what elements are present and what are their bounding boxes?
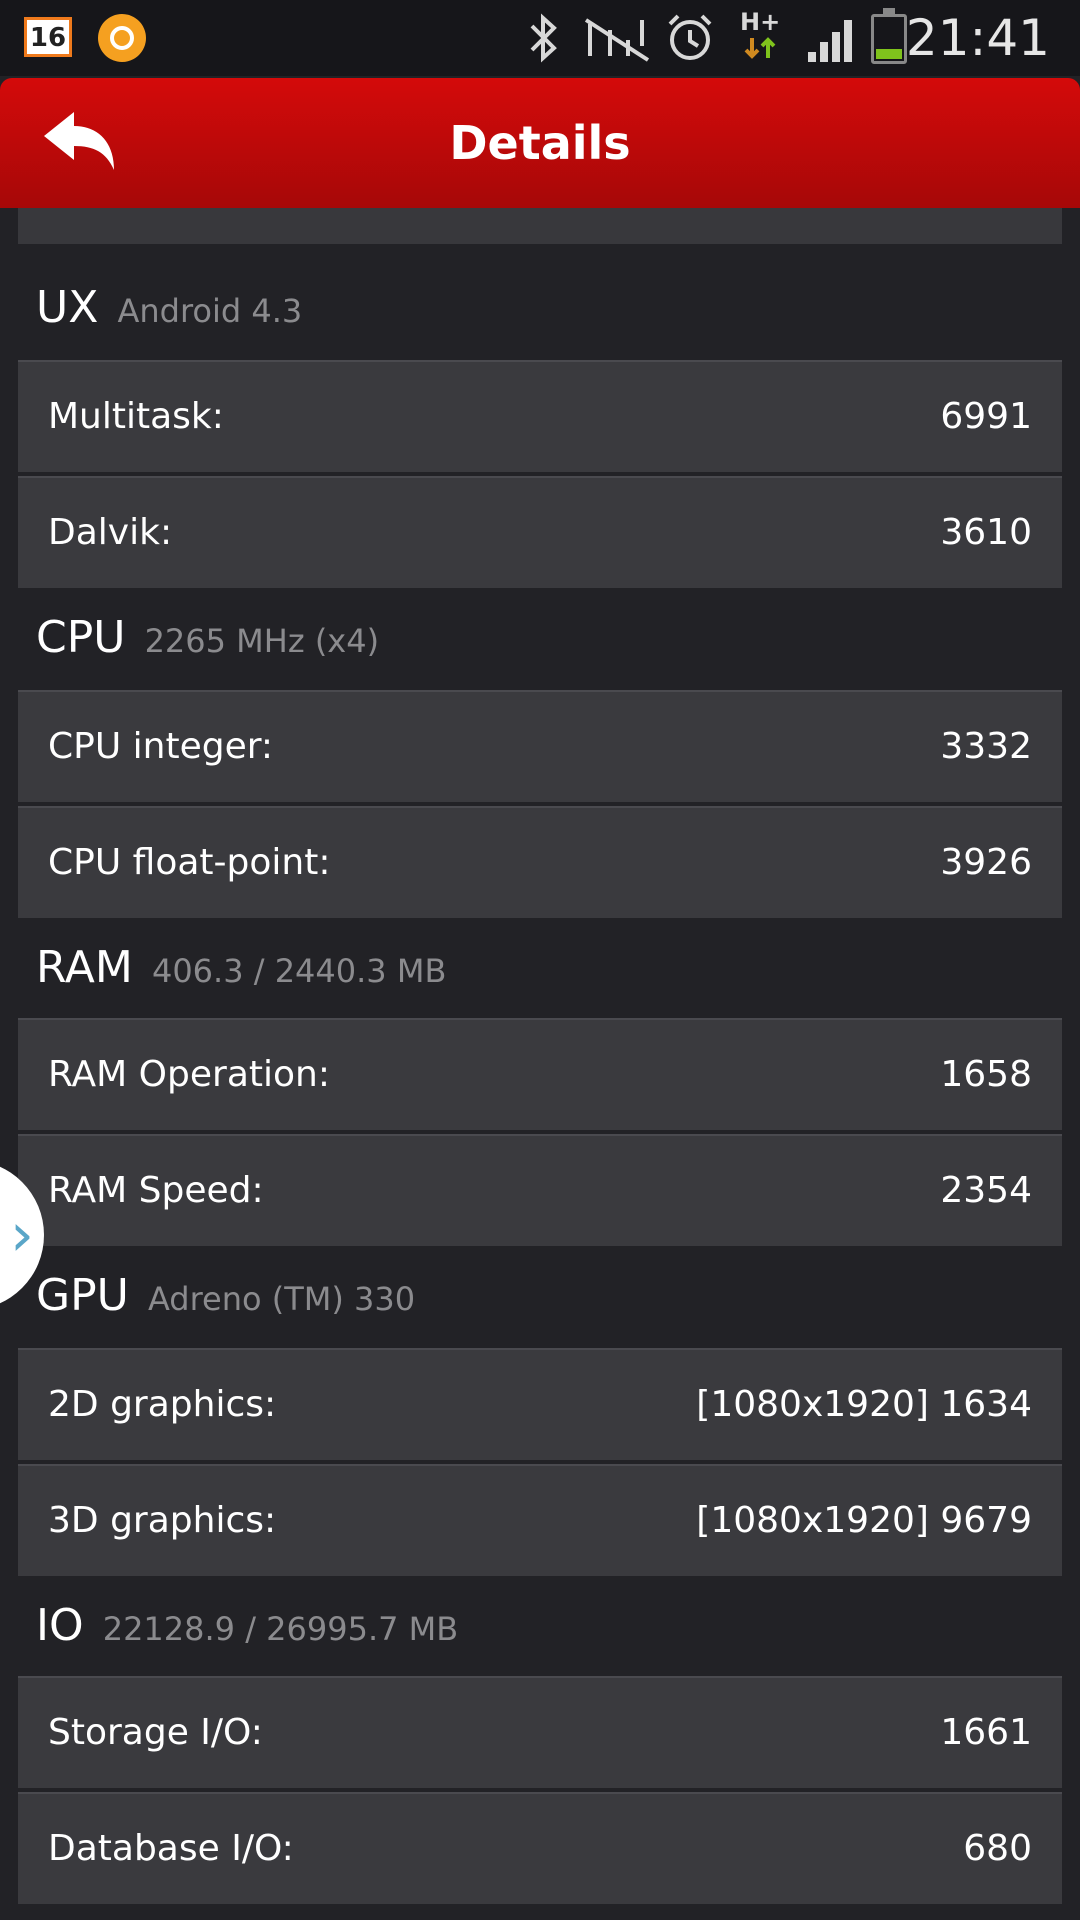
section-title: UX <box>36 282 99 333</box>
list-item[interactable]: Database I/O: 680 <box>18 1792 1062 1904</box>
list-item[interactable]: 2D graphics: [1080x1920] 1634 <box>18 1348 1062 1460</box>
row-label: Storage I/O: <box>48 1712 263 1753</box>
section-header-cpu: CPU 2265 MHz (x4) <box>36 598 379 678</box>
hplus-data-icon: H+ <box>740 10 780 66</box>
section-subtitle: 406.3 / 2440.3 MB <box>151 952 447 990</box>
list-item[interactable]: RAM Speed: 2354 <box>18 1134 1062 1246</box>
section-subtitle: 22128.9 / 26995.7 MB <box>102 1610 459 1648</box>
row-label: CPU integer: <box>48 726 274 767</box>
nfc-icon <box>580 10 654 66</box>
section-header-gpu: GPU Adreno (TM) 330 <box>36 1256 415 1336</box>
row-label: 3D graphics: <box>48 1500 277 1541</box>
list-item[interactable]: Storage I/O: 1661 <box>18 1676 1062 1788</box>
section-title: CPU <box>36 612 126 663</box>
row-value: 1658 <box>940 1054 1032 1095</box>
section-title: IO <box>36 1600 84 1651</box>
section-header-ux: UX Android 4.3 <box>36 268 302 348</box>
list-item[interactable]: RAM Operation: 1658 <box>18 1018 1062 1130</box>
row-value: 3610 <box>940 512 1032 553</box>
chevron-right-icon: › <box>10 1200 34 1270</box>
row-value: 6991 <box>940 396 1032 437</box>
app-circle-icon <box>98 14 146 62</box>
list-item[interactable]: CPU float-point: 3926 <box>18 806 1062 918</box>
alarm-icon <box>664 10 716 66</box>
status-bar: 16 H+ 21:41 <box>0 0 1080 76</box>
row-label: CPU float-point: <box>48 842 331 883</box>
status-time: 21:41 <box>905 9 1050 67</box>
row-value: 1661 <box>940 1712 1032 1753</box>
row-label: Database I/O: <box>48 1828 294 1869</box>
row-label: Multitask: <box>48 396 224 437</box>
section-title: RAM <box>36 942 133 993</box>
page-title: Details <box>449 116 631 170</box>
battery-icon <box>871 8 907 64</box>
list-item[interactable]: 3D graphics: [1080x1920] 9679 <box>18 1464 1062 1576</box>
section-subtitle: 2265 MHz (x4) <box>144 622 380 660</box>
list-item[interactable]: Dalvik: 3610 <box>18 476 1062 588</box>
row-label: Dalvik: <box>48 512 173 553</box>
section-header-io: IO 22128.9 / 26995.7 MB <box>36 1586 458 1666</box>
section-title: GPU <box>36 1270 129 1321</box>
signal-icon <box>806 10 860 66</box>
section-subtitle: Adreno (TM) 330 <box>147 1280 416 1318</box>
row-value: [1080x1920] 9679 <box>696 1500 1032 1541</box>
previous-row-edge <box>18 208 1062 244</box>
network-type-label: H+ <box>740 8 781 36</box>
row-label: RAM Speed: <box>48 1170 264 1211</box>
row-value: 3926 <box>940 842 1032 883</box>
calendar-icon: 16 <box>24 17 72 57</box>
section-header-ram: RAM 406.3 / 2440.3 MB <box>36 928 446 1008</box>
row-label: RAM Operation: <box>48 1054 330 1095</box>
header-bar: Details <box>0 78 1080 208</box>
list-item[interactable]: Multitask: 6991 <box>18 360 1062 472</box>
row-value: 680 <box>963 1828 1032 1869</box>
row-value: 3332 <box>940 726 1032 767</box>
section-subtitle: Android 4.3 <box>117 292 303 330</box>
row-value: 2354 <box>940 1170 1032 1211</box>
list-item[interactable]: CPU integer: 3332 <box>18 690 1062 802</box>
row-label: 2D graphics: <box>48 1384 277 1425</box>
row-value: [1080x1920] 1634 <box>696 1384 1032 1425</box>
bluetooth-icon <box>526 10 562 66</box>
